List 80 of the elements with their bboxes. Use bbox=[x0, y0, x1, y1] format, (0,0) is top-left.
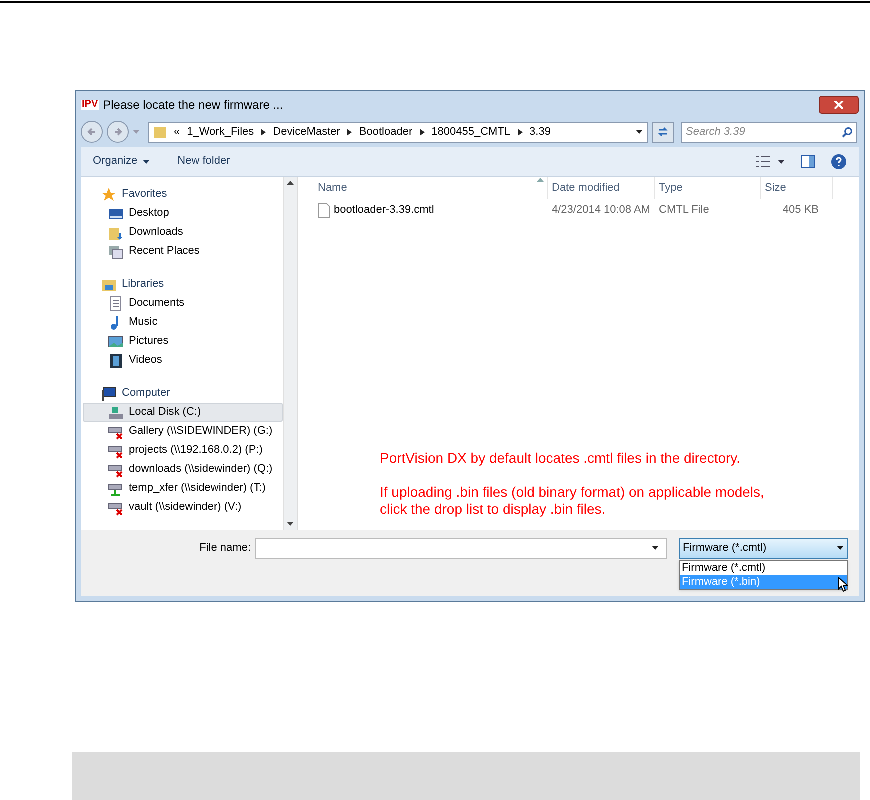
sidebar-item[interactable]: Gallery (\\SIDEWINDER) (G:) bbox=[83, 422, 283, 441]
file-cell-text: 405 KB bbox=[782, 202, 819, 218]
sidebar-item[interactable]: downloads (\\sidewinder) (Q:) bbox=[83, 460, 283, 479]
sidebar-item[interactable]: Desktop bbox=[83, 204, 283, 223]
disk-drive-icon bbox=[108, 404, 124, 420]
annotation-text: If uploading .bin files (old binary format) on applicable models, click the drop list to display .bin files. bbox=[380, 484, 766, 518]
overflow-chevron[interactable]: « bbox=[174, 124, 180, 140]
sidebar-item[interactable]: Local Disk (C:) bbox=[83, 403, 283, 422]
forward-button[interactable] bbox=[107, 121, 129, 143]
sidebar-item[interactable]: projects (\\192.168.0.2) (P:) bbox=[83, 441, 283, 460]
caret-icon bbox=[133, 130, 140, 134]
view-options-button[interactable] bbox=[756, 156, 785, 168]
caret-icon bbox=[142, 160, 150, 164]
chevron-right-icon bbox=[420, 128, 425, 136]
sidebar-item[interactable]: Pictures bbox=[83, 332, 283, 351]
column-header[interactable]: Name bbox=[314, 177, 548, 199]
sidebar-item[interactable]: Recent Places bbox=[83, 242, 283, 261]
pictures-icon bbox=[108, 334, 124, 350]
toolbar-button[interactable]: New folder bbox=[178, 153, 230, 170]
back-arrow-icon bbox=[87, 127, 97, 137]
help-button[interactable] bbox=[831, 154, 847, 170]
column-header[interactable]: Size bbox=[761, 177, 833, 199]
sidebar-item[interactable]: Documents bbox=[83, 294, 283, 313]
sidebar-item[interactable]: Music bbox=[83, 313, 283, 332]
search-field[interactable]: Search 3.39 bbox=[681, 122, 857, 142]
file-cell-text: 4/23/2014 10:08 AM bbox=[552, 202, 650, 218]
file-name-label: File name: bbox=[198, 540, 251, 556]
chevron-right-icon bbox=[261, 128, 266, 136]
breadcrumb-item[interactable]: Bootloader bbox=[359, 124, 413, 140]
column-header[interactable]: Date modified bbox=[548, 177, 655, 199]
recent-places-icon bbox=[108, 244, 124, 260]
caret-icon bbox=[837, 546, 844, 550]
sidebar-item[interactable]: Videos bbox=[83, 351, 283, 370]
sidebar-item[interactable]: vault (\\sidewinder) (V:) bbox=[83, 498, 283, 517]
back-button[interactable] bbox=[81, 121, 103, 143]
breadcrumb-item[interactable]: 1_Work_Files bbox=[187, 124, 254, 140]
close-button[interactable] bbox=[819, 96, 859, 114]
file-cell-text: CMTL File bbox=[659, 202, 710, 218]
sidebar-group-header[interactable]: Libraries bbox=[83, 275, 283, 294]
file-cell[interactable]: bootloader-3.39.cmtl bbox=[334, 202, 434, 218]
document-icon bbox=[108, 296, 124, 312]
annotation-text: PortVision DX by default locates .cmtl files in the directory. bbox=[380, 450, 742, 467]
toolbar-button[interactable]: Organize bbox=[93, 153, 150, 170]
search-icon bbox=[842, 126, 853, 138]
close-icon bbox=[834, 101, 844, 109]
pane-icon bbox=[801, 155, 815, 168]
app-logo-icon: IPV bbox=[81, 100, 100, 110]
scroll-down-icon bbox=[287, 522, 294, 526]
sidebar-item[interactable]: Downloads bbox=[83, 223, 283, 242]
breadcrumb-item[interactable]: DeviceMaster bbox=[273, 124, 340, 140]
scroll-up-icon bbox=[287, 181, 294, 185]
chevron-right-icon bbox=[347, 128, 352, 136]
sort-arrow-icon bbox=[537, 178, 544, 182]
preview-pane-button[interactable] bbox=[801, 155, 815, 168]
chevron-right-icon bbox=[518, 128, 523, 136]
refresh-icon bbox=[657, 126, 669, 138]
file-icon bbox=[318, 202, 330, 218]
dropdown-option[interactable]: Firmware (*.cmtl) bbox=[680, 560, 847, 574]
scrollbar[interactable] bbox=[283, 177, 297, 530]
caret-icon bbox=[652, 546, 659, 550]
refresh-button[interactable] bbox=[652, 122, 674, 142]
forward-arrow-icon bbox=[113, 127, 123, 137]
breadcrumb-item[interactable]: 1800455_CMTL bbox=[432, 124, 511, 140]
list-view-icon bbox=[756, 156, 770, 168]
breadcrumb-item[interactable]: 3.39 bbox=[530, 124, 551, 140]
film-icon bbox=[108, 352, 124, 368]
computer-icon bbox=[101, 386, 117, 402]
file-type-dropdown[interactable]: Firmware (*.cmtl) bbox=[679, 538, 848, 558]
caret-icon bbox=[778, 160, 785, 164]
file-name-field[interactable] bbox=[255, 538, 667, 558]
column-header[interactable]: Type bbox=[655, 177, 761, 199]
sidebar-group-header[interactable]: Favorites bbox=[83, 185, 283, 204]
folder-icon bbox=[153, 125, 167, 139]
caret-icon bbox=[636, 130, 643, 134]
help-icon bbox=[831, 154, 847, 170]
window-title: Please locate the new firmware ... bbox=[103, 97, 284, 114]
sidebar-group-header[interactable]: Computer bbox=[83, 384, 283, 403]
star-icon bbox=[101, 186, 117, 202]
address-bar[interactable]: « 1_Work_Files DeviceMaster Bootloader 1800455_CMTL 3.39 bbox=[148, 122, 648, 142]
sidebar-item[interactable]: temp_xfer (\\sidewinder) (T:) bbox=[83, 479, 283, 498]
